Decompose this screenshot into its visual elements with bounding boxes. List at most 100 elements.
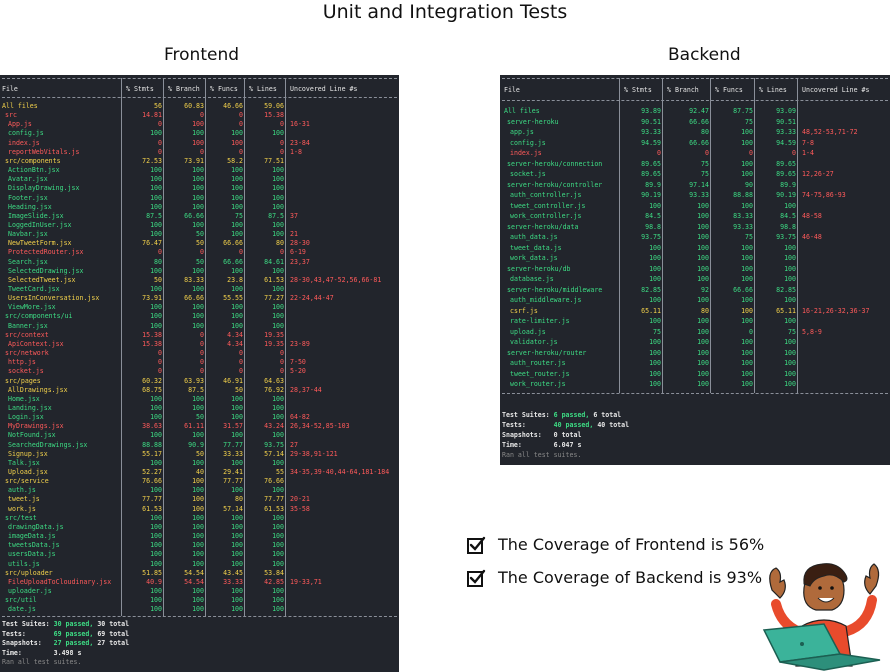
cell-branch: 60.83 xyxy=(184,102,204,110)
cell-branch: 100 xyxy=(697,212,709,220)
cell-branch: 100 xyxy=(192,138,204,147)
cell-lines: 100 xyxy=(272,458,284,467)
cell-stmts: 89.65 xyxy=(641,170,661,178)
cell-lines: 100 xyxy=(784,275,796,283)
cell-file: ActionBtn.jsx xyxy=(8,166,60,175)
cell-branch: 100 xyxy=(192,477,204,486)
cell-funcs: 100 xyxy=(231,403,243,412)
cell-uncovered: 5-20 xyxy=(290,367,306,376)
cell-file: FileUploadToCloudinary.jsx xyxy=(8,577,112,586)
cell-branch: 100 xyxy=(697,327,709,336)
cell-funcs: 80 xyxy=(235,495,243,504)
cell-file: Heading.jsx xyxy=(8,202,52,211)
cell-lines: 100 xyxy=(272,586,284,595)
cell-stmts: 0 xyxy=(657,149,661,157)
cell-file: work.js xyxy=(8,504,36,513)
cell-stmts: 77.77 xyxy=(142,495,162,504)
cell-stmts: 100 xyxy=(150,513,162,522)
coverage-row: Login.jsx 100 50 100 100 64-82 xyxy=(0,413,399,422)
cell-file: src/uploader xyxy=(5,568,53,577)
cell-file: date.js xyxy=(8,605,36,614)
cell-branch: 100 xyxy=(192,220,204,229)
cell-file: Search.jsx xyxy=(8,257,48,266)
cell-file: src/components/ui xyxy=(5,312,73,321)
cell-file: imageData.js xyxy=(8,532,56,541)
cell-file: config.js xyxy=(510,138,546,147)
summary-snapshots: Snapshots: 0 total xyxy=(502,431,582,439)
cell-funcs: 0 xyxy=(749,327,753,336)
header-stmts: % Stmts xyxy=(126,85,154,93)
cell-file: server-heroku xyxy=(507,117,559,126)
cell-branch: 100 xyxy=(192,559,204,568)
column-separator xyxy=(754,78,755,393)
column-separator xyxy=(285,78,286,617)
cell-file: reportWebVitals.js xyxy=(8,147,80,156)
coverage-row: src/test 100 100 100 100 xyxy=(0,514,399,523)
cell-lines: 42.85 xyxy=(264,577,284,586)
cell-lines: 0 xyxy=(280,147,284,156)
cell-lines: 100 xyxy=(272,403,284,412)
cell-funcs: 100 xyxy=(741,369,753,378)
cell-lines: 100 xyxy=(272,541,284,550)
cell-uncovered: 1-8 xyxy=(290,147,302,156)
coverage-row: server-heroku/connection 89.65 75 100 89.65 xyxy=(500,160,890,169)
cell-lines: 0 xyxy=(280,248,284,257)
cell-funcs: 100 xyxy=(741,306,753,315)
cell-lines: 65.11 xyxy=(776,306,796,315)
cell-file: Avatar.jsx xyxy=(8,175,48,184)
cell-lines: 77.77 xyxy=(264,495,284,504)
coverage-row: Banner.jsx 100 100 100 100 xyxy=(0,322,399,331)
cell-branch: 90.9 xyxy=(188,440,204,449)
cell-stmts: 0 xyxy=(158,349,162,358)
cell-lines: 100 xyxy=(272,394,284,403)
cell-lines: 76.92 xyxy=(264,385,284,394)
summary-time: Time: 6.047 s xyxy=(502,441,582,449)
coverage-row: Navbar.jsx 100 50 100 100 21 xyxy=(0,230,399,239)
cell-stmts: 73.91 xyxy=(142,294,162,303)
coverage-row: app.js 93.33 80 100 93.33 48,52-53,71-72 xyxy=(500,128,890,137)
cell-lines: 0 xyxy=(280,349,284,358)
cell-stmts: 100 xyxy=(649,369,661,378)
cell-file: src/util xyxy=(5,596,37,605)
cell-stmts: 93.89 xyxy=(641,107,661,115)
header-stmts: % Stmts xyxy=(624,86,652,94)
cell-file: ProtectedRouter.jsx xyxy=(8,248,84,257)
cell-stmts: 100 xyxy=(649,338,661,346)
cell-funcs: 90 xyxy=(745,180,753,189)
cell-funcs: 100 xyxy=(231,312,243,321)
cell-file: utils.js xyxy=(8,559,40,568)
cell-lines: 100 xyxy=(784,380,796,388)
cell-stmts: 100 xyxy=(150,605,162,614)
cell-file: tweetsData.js xyxy=(8,541,60,550)
coverage-row: ActionBtn.jsx 100 100 100 100 xyxy=(0,166,399,175)
cell-stmts: 100 xyxy=(649,275,661,283)
cell-stmts: 89.65 xyxy=(641,159,661,168)
cell-stmts: 15.38 xyxy=(142,339,162,348)
cell-branch: 40 xyxy=(196,468,204,476)
coverage-checklist: The Coverage of Frontend is 56% The Cove… xyxy=(466,528,764,594)
cell-funcs: 100 xyxy=(231,431,243,440)
cell-branch: 100 xyxy=(697,264,709,273)
cell-funcs: 50 xyxy=(235,385,243,394)
cell-file: tweet_controller.js xyxy=(510,201,586,210)
cell-lines: 98.8 xyxy=(780,222,796,231)
coverage-row: App.js 0 100 0 0 16-31 xyxy=(0,120,399,129)
coverage-row: work.js 61.53 100 57.14 61.53 35-58 xyxy=(0,505,399,514)
cell-branch: 100 xyxy=(697,222,709,231)
coverage-row: SearchedDrawings.jsx 88.88 90.9 77.77 93.75 2… xyxy=(0,441,399,450)
cell-funcs: 100 xyxy=(741,254,753,262)
cell-branch: 0 xyxy=(200,330,204,339)
cell-uncovered: 1-4 xyxy=(802,149,814,157)
cell-funcs: 100 xyxy=(231,513,243,522)
cell-funcs: 100 xyxy=(741,264,753,273)
cell-file: socket.js xyxy=(8,367,44,376)
cell-stmts: 0 xyxy=(158,358,162,367)
cell-lines: 75 xyxy=(788,327,796,336)
cell-stmts: 100 xyxy=(150,175,162,184)
cell-stmts: 100 xyxy=(150,184,162,193)
cell-branch: 100 xyxy=(192,605,204,614)
cell-branch: 0 xyxy=(200,358,204,367)
summary-footer: Ran all test suites. xyxy=(502,451,582,459)
cell-file: src xyxy=(5,111,17,120)
cell-branch: 0 xyxy=(200,367,204,376)
